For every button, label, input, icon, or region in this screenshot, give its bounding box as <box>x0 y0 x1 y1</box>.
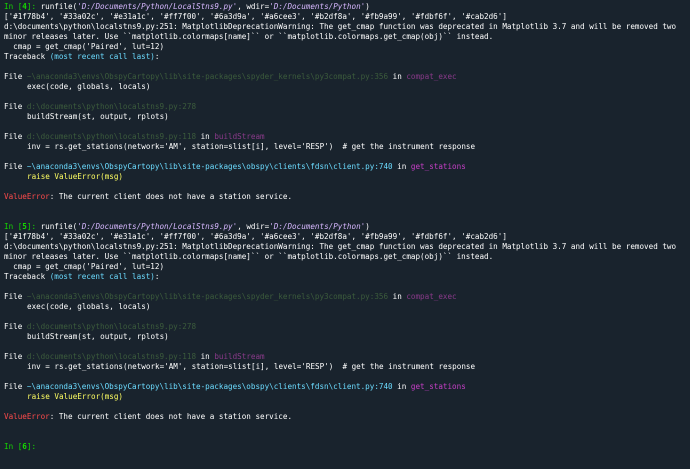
frame-file-path-link[interactable]: d:\documents\python\localstns9.py:278 <box>27 102 196 111</box>
error-message: : The current client does not have a sta… <box>49 412 293 421</box>
input-prompt-line: In [4]: runfile('D:/Documents/Python/Loc… <box>4 2 686 12</box>
error-line: ValueError: The current client does not … <box>4 192 686 202</box>
traceback-frame-location: File ~\anaconda3\envs\ObspyCartopy\lib\s… <box>4 162 686 172</box>
traceback-header: Traceback (most recent call last): <box>4 272 686 282</box>
error-line: ValueError: The current client does not … <box>4 412 686 422</box>
warning-line: cmap = get_cmap('Paired', lut=12) <box>4 42 165 51</box>
traceback-label: Traceback <box>4 52 50 61</box>
final-input-prompt[interactable]: In [6]: <box>4 442 686 452</box>
frame-function-name: compat_exec <box>406 72 457 81</box>
frame-function-name: buildStream <box>214 352 265 361</box>
traceback-paren: (most recent call last) <box>49 52 155 61</box>
command-text: runfile( <box>40 222 78 231</box>
frame-function-name: get_stations <box>410 382 466 391</box>
traceback-frame-location: File d:\documents\python\localstns9.py:1… <box>4 352 686 362</box>
frame-file-keyword: File <box>4 292 27 301</box>
command-file-arg: 'D:/Documents/Python/LocalStns9.py' <box>77 222 238 231</box>
command-text: , wdir= <box>237 2 270 11</box>
traceback-paren: (most recent call last) <box>49 272 155 281</box>
frame-in-keyword: in <box>196 352 215 361</box>
command-file-arg: 'D:/Documents/Python/LocalStns9.py' <box>77 2 238 11</box>
prompt-close: ]: <box>26 2 41 11</box>
traceback-frames: File ~\anaconda3\envs\ObspyCartopy\lib\s… <box>4 282 686 402</box>
ipython-console[interactable]: In [4]: runfile('D:/Documents/Python/Loc… <box>0 0 690 452</box>
output-colors-line: ['#1f78b4', '#33a02c', '#e31a1c', '#ff7f… <box>4 12 507 21</box>
frame-file-keyword: File <box>4 352 27 361</box>
frame-source-code: buildStream(st, output, rplots) <box>27 112 169 121</box>
frame-file-keyword: File <box>4 72 27 81</box>
frame-file-path-link[interactable]: ~\anaconda3\envs\ObspyCartopy\lib\site-p… <box>27 382 393 391</box>
frame-in-keyword: in <box>388 72 407 81</box>
command-text: , wdir= <box>237 222 270 231</box>
frame-source-code: inv = rs.get_stations(network='AM', stat… <box>27 142 476 151</box>
error-message: : The current client does not have a sta… <box>49 192 293 201</box>
frame-source-code: exec(code, globals, locals) <box>27 82 151 91</box>
error-name: ValueError <box>4 412 50 421</box>
frame-function-name: compat_exec <box>406 292 457 301</box>
frame-file-path-link[interactable]: ~\anaconda3\envs\ObspyCartopy\lib\site-p… <box>27 292 388 301</box>
warning-line: cmap = get_cmap('Paired', lut=12) <box>4 262 165 271</box>
frame-function-name: buildStream <box>214 132 265 141</box>
frame-source-code: inv = rs.get_stations(network='AM', stat… <box>27 362 476 371</box>
traceback-frames: File ~\anaconda3\envs\ObspyCartopy\lib\s… <box>4 62 686 182</box>
traceback-colon: : <box>154 52 160 61</box>
traceback-frame-location: File ~\anaconda3\envs\ObspyCartopy\lib\s… <box>4 382 686 392</box>
frame-source-code: raise ValueError(msg) <box>27 392 124 401</box>
command-text: ) <box>365 2 370 11</box>
warning-line: d:\documents\python\localstns9.py:251: M… <box>4 242 677 251</box>
frame-file-keyword: File <box>4 132 27 141</box>
prompt-close: ]: <box>26 442 37 451</box>
traceback-frame-location: File ~\anaconda3\envs\ObspyCartopy\lib\s… <box>4 292 686 302</box>
frame-file-keyword: File <box>4 102 27 111</box>
frame-in-keyword: in <box>388 292 407 301</box>
warning-line: d:\documents\python\localstns9.py:251: M… <box>4 22 677 31</box>
frame-file-path-link[interactable]: d:\documents\python\localstns9.py:118 <box>27 352 196 361</box>
input-prompt-line: In [5]: runfile('D:/Documents/Python/Loc… <box>4 222 686 232</box>
frame-source-code: raise ValueError(msg) <box>27 172 124 181</box>
error-name: ValueError <box>4 192 50 201</box>
frame-file-keyword: File <box>4 382 27 391</box>
command-wdir-arg: 'D:/Documents/Python' <box>269 222 366 231</box>
warning-line: minor releases later. Use ``matplotlib.c… <box>4 252 494 261</box>
traceback-colon: : <box>154 272 160 281</box>
frame-function-name: get_stations <box>410 162 466 171</box>
frame-source-code: buildStream(st, output, rplots) <box>27 332 169 341</box>
prompt-in-label: In [ <box>4 222 23 231</box>
prompt-close: ]: <box>26 222 41 231</box>
frame-file-keyword: File <box>4 162 27 171</box>
frame-in-keyword: in <box>392 162 411 171</box>
frame-file-path-link[interactable]: ~\anaconda3\envs\ObspyCartopy\lib\site-p… <box>27 162 393 171</box>
traceback-header: Traceback (most recent call last): <box>4 52 686 62</box>
traceback-frame-location: File d:\documents\python\localstns9.py:2… <box>4 322 686 332</box>
frame-file-path-link[interactable]: d:\documents\python\localstns9.py:278 <box>27 322 196 331</box>
prompt-in-label: In [ <box>4 442 23 451</box>
traceback-frame-location: File d:\documents\python\localstns9.py:1… <box>4 132 686 142</box>
frame-source-code: exec(code, globals, locals) <box>27 302 151 311</box>
frame-in-keyword: in <box>196 132 215 141</box>
command-wdir-arg: 'D:/Documents/Python' <box>269 2 366 11</box>
console-output: In [4]: runfile('D:/Documents/Python/Loc… <box>4 2 686 442</box>
traceback-frame-location: File d:\documents\python\localstns9.py:2… <box>4 102 686 112</box>
traceback-frame-location: File ~\anaconda3\envs\ObspyCartopy\lib\s… <box>4 72 686 82</box>
frame-file-keyword: File <box>4 322 27 331</box>
output-colors-line: ['#1f78b4', '#33a02c', '#e31a1c', '#ff7f… <box>4 232 507 241</box>
frame-file-path-link[interactable]: ~\anaconda3\envs\ObspyCartopy\lib\site-p… <box>27 72 388 81</box>
frame-in-keyword: in <box>392 382 411 391</box>
command-text: runfile( <box>40 2 78 11</box>
prompt-in-label: In [ <box>4 2 23 11</box>
traceback-label: Traceback <box>4 272 50 281</box>
command-text: ) <box>365 222 370 231</box>
frame-file-path-link[interactable]: d:\documents\python\localstns9.py:118 <box>27 132 196 141</box>
warning-line: minor releases later. Use ``matplotlib.c… <box>4 32 494 41</box>
